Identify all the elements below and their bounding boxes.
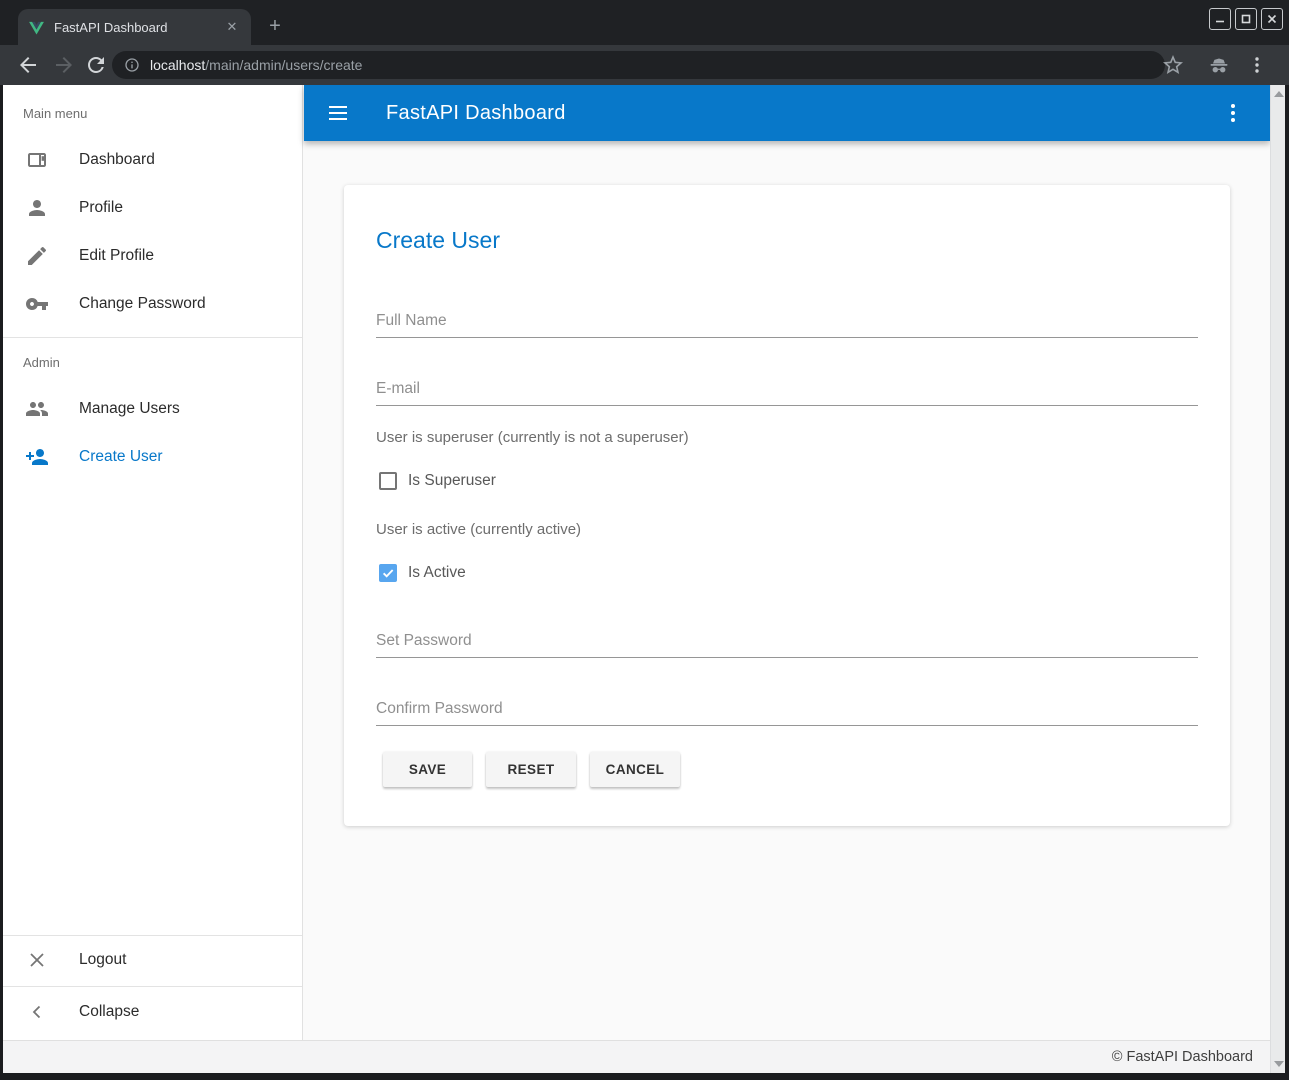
page-content: Main menu Dashboard Profile Edit Profile… — [3, 85, 1285, 1073]
sidebar-item-change-password[interactable]: Change Password — [3, 280, 302, 328]
scroll-down-arrow-icon[interactable] — [1274, 1061, 1284, 1067]
vue-logo-icon — [28, 19, 45, 36]
sidebar-divider — [3, 986, 302, 987]
minimize-icon — [1214, 13, 1226, 25]
tab-strip: FastAPI Dashboard ✕ + — [0, 0, 1289, 45]
page-info-icon[interactable] — [124, 57, 140, 73]
browser-menu-button[interactable] — [1245, 53, 1269, 77]
incognito-icon — [1207, 53, 1231, 77]
cancel-button[interactable]: CANCEL — [590, 752, 680, 787]
sidebar-item-create-user[interactable]: Create User — [3, 433, 302, 481]
sidebar-item-label: Edit Profile — [79, 247, 154, 265]
scroll-up-arrow-icon[interactable] — [1274, 91, 1284, 97]
reload-icon — [84, 53, 108, 77]
reset-button[interactable]: RESET — [486, 752, 576, 787]
maximize-button[interactable] — [1235, 8, 1257, 30]
forward-button[interactable] — [52, 53, 76, 77]
back-button[interactable] — [16, 53, 40, 77]
hamburger-menu-button[interactable] — [326, 101, 350, 125]
dashboard-icon — [25, 148, 49, 172]
sidebar-item-profile[interactable]: Profile — [3, 184, 302, 232]
sidebar-item-label: Logout — [79, 951, 126, 969]
set-password-input[interactable] — [376, 625, 1198, 658]
person-add-icon — [25, 445, 49, 469]
checkbox-label[interactable]: Is Active — [408, 564, 466, 582]
sidebar-item-collapse[interactable]: Collapse — [3, 988, 302, 1036]
pencil-icon — [25, 244, 49, 268]
active-helper-text: User is active (currently active) — [376, 521, 581, 538]
new-tab-button[interactable]: + — [262, 14, 288, 40]
app-bar: FastAPI Dashboard — [304, 85, 1270, 141]
sidebar-item-dashboard[interactable]: Dashboard — [3, 136, 302, 184]
checkbox-checked-icon[interactable] — [379, 564, 397, 582]
sidebar-item-manage-users[interactable]: Manage Users — [3, 385, 302, 433]
sidebar-item-label: Dashboard — [79, 151, 155, 169]
is-active-checkbox[interactable]: Is Active — [379, 564, 466, 582]
checkbox-label[interactable]: Is Superuser — [408, 472, 496, 490]
minimize-button[interactable] — [1209, 8, 1231, 30]
app-menu-button[interactable] — [1222, 102, 1244, 124]
close-icon — [1266, 13, 1278, 25]
sidebar-item-edit-profile[interactable]: Edit Profile — [3, 232, 302, 280]
sidebar-item-label: Create User — [79, 448, 163, 466]
confirm-password-input[interactable] — [376, 693, 1198, 726]
checkbox-unchecked-icon[interactable] — [379, 472, 397, 490]
people-icon — [25, 397, 49, 421]
incognito-indicator[interactable] — [1207, 53, 1231, 77]
page-footer: © FastAPI Dashboard — [3, 1040, 1270, 1073]
create-user-card: Create User User is superuser (currently… — [344, 185, 1230, 826]
bookmark-button[interactable] — [1161, 53, 1185, 77]
sidebar-item-label: Change Password — [79, 295, 206, 313]
tab-title: FastAPI Dashboard — [54, 20, 223, 35]
person-icon — [25, 196, 49, 220]
close-window-button[interactable] — [1261, 8, 1283, 30]
browser-tab[interactable]: FastAPI Dashboard ✕ — [18, 9, 251, 45]
form-title: Create User — [376, 227, 500, 254]
sidebar-divider — [3, 337, 302, 338]
save-button[interactable]: SAVE — [383, 752, 472, 787]
checkmark-icon — [381, 566, 395, 580]
star-icon — [1161, 53, 1185, 77]
kebab-menu-icon — [1245, 53, 1269, 77]
superuser-helper-text: User is superuser (currently is not a su… — [376, 429, 689, 446]
forward-arrow-icon — [52, 53, 76, 77]
browser-toolbar: localhost/main/admin/users/create — [0, 45, 1289, 85]
reload-button[interactable] — [84, 53, 108, 77]
is-superuser-checkbox[interactable]: Is Superuser — [379, 472, 496, 490]
sidebar-item-logout[interactable]: Logout — [3, 936, 302, 984]
maximize-icon — [1240, 13, 1252, 25]
url-path: /main/admin/users/create — [205, 57, 362, 73]
close-icon — [25, 948, 49, 972]
sidebar-section-main-menu: Main menu — [23, 106, 87, 121]
sidebar-item-label: Manage Users — [79, 400, 180, 418]
sidebar: Main menu Dashboard Profile Edit Profile… — [3, 85, 303, 1040]
full-name-input[interactable] — [376, 305, 1198, 338]
sidebar-item-label: Collapse — [79, 1003, 139, 1021]
sidebar-section-admin: Admin — [23, 355, 60, 370]
email-input[interactable] — [376, 373, 1198, 406]
key-icon — [25, 292, 49, 316]
url-bar[interactable]: localhost/main/admin/users/create — [112, 51, 1165, 79]
chevron-left-icon — [25, 1000, 49, 1024]
browser-window: FastAPI Dashboard ✕ + local — [0, 0, 1289, 1080]
tab-close-icon[interactable]: ✕ — [223, 18, 241, 36]
page-scrollbar[interactable] — [1270, 85, 1285, 1073]
sidebar-item-label: Profile — [79, 199, 123, 217]
back-arrow-icon — [16, 53, 40, 77]
url-text: localhost/main/admin/users/create — [150, 57, 362, 73]
url-host: localhost — [150, 57, 205, 73]
app-title: FastAPI Dashboard — [386, 102, 566, 125]
